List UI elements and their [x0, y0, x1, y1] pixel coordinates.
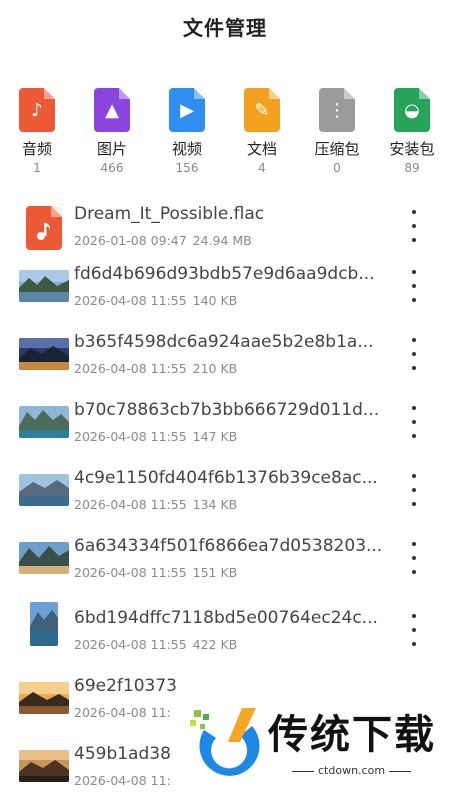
file-meta: 2026-04-08 11:55 134 KB — [74, 497, 237, 512]
file-meta: 2026-04-08 11:55 210 KB — [74, 361, 237, 376]
file-name: b365f4598dc6a924aae5b2e8b1a... — [74, 332, 374, 352]
category-video[interactable]: ▶ 视频 156 — [157, 88, 217, 175]
file-size: 24.94 MB — [192, 233, 252, 248]
file-row[interactable]: fd6d4b696d93bdb57e9d6aa9dcb... 2026-04-0… — [0, 256, 450, 316]
image-thumbnail — [19, 750, 69, 782]
more-options-icon[interactable] — [408, 338, 420, 370]
file-row[interactable]: b70c78863cb7b3bb666729d011d... 2026-04-0… — [0, 392, 450, 452]
category-apks[interactable]: ◒ 安装包 89 — [382, 88, 442, 175]
file-date: 2026-04-08 11:55 — [74, 497, 187, 512]
file-row[interactable]: Dream_It_Possible.flac 2026-01-08 09:47 2… — [0, 196, 450, 256]
file-size: 134 KB — [192, 497, 238, 512]
watermark-text: 传统下载 — [268, 712, 436, 758]
site-watermark: 传统下载 ctdown.com — [180, 700, 434, 790]
category-label: 音频 — [21, 140, 52, 158]
category-count: 4 — [258, 161, 266, 175]
category-label: 安装包 — [389, 140, 435, 158]
category-count: 1 — [33, 161, 41, 175]
file-meta: 2026-04-08 11: — [74, 705, 177, 720]
category-label: 压缩包 — [314, 140, 360, 158]
file-name: 4c9e1150fd404f6b1376b39ce8ac... — [74, 468, 378, 488]
file-date: 2026-04-08 11:55 — [74, 565, 187, 580]
category-count: 89 — [404, 161, 420, 175]
zip-archive-icon: ⋮ — [319, 88, 355, 132]
file-row[interactable]: b365f4598dc6a924aae5b2e8b1a... 2026-04-0… — [0, 324, 450, 384]
file-name: 69e2f10373 — [74, 676, 177, 696]
category-label: 文档 — [246, 140, 277, 158]
video-play-icon: ▶ — [169, 88, 205, 132]
document-pen-icon: ✎ — [244, 88, 280, 132]
category-bar: ♪ 音频 1 ▲ 图片 466 ▶ 视频 156 ✎ 文档 4 ⋮ 压缩包 0 … — [0, 88, 450, 184]
image-thumbnail — [19, 338, 69, 370]
category-images[interactable]: ▲ 图片 466 — [82, 88, 142, 175]
file-meta: 2026-04-08 11:55 140 KB — [74, 293, 237, 308]
file-name: Dream_It_Possible.flac — [74, 204, 265, 224]
category-archives[interactable]: ⋮ 压缩包 0 — [307, 88, 367, 175]
file-meta: 2026-04-08 11: — [74, 773, 177, 788]
file-size: 422 KB — [192, 637, 238, 652]
file-size: 210 KB — [192, 361, 238, 376]
file-date: 2026-04-08 11: — [74, 773, 171, 788]
more-options-icon[interactable] — [408, 614, 420, 646]
android-apk-icon: ◒ — [394, 88, 430, 132]
file-row[interactable]: 6a634334f501f6866ea7d0538203... 2026-04-… — [0, 528, 450, 588]
image-thumbnail — [30, 602, 58, 646]
music-note-icon: ♪ — [19, 88, 55, 132]
category-label: 视频 — [171, 140, 202, 158]
more-options-icon[interactable] — [408, 210, 420, 242]
image-icon: ▲ — [94, 88, 130, 132]
file-size: 151 KB — [192, 565, 238, 580]
file-date: 2026-04-08 11:55 — [74, 361, 187, 376]
image-thumbnail — [19, 542, 69, 574]
file-date: 2026-04-08 11:55 — [74, 429, 187, 444]
more-options-icon[interactable] — [408, 542, 420, 574]
category-count: 0 — [333, 161, 341, 175]
file-name: 6a634334f501f6866ea7d0538203... — [74, 536, 383, 556]
file-date: 2026-04-08 11:55 — [74, 637, 187, 652]
watermark-url: ctdown.com — [288, 764, 415, 777]
file-row[interactable]: 6bd194dffc7118bd5e00764ec24c... 2026-04-… — [0, 600, 450, 660]
file-date: 2026-01-08 09:47 — [74, 233, 187, 248]
watermark-logo-icon — [190, 708, 260, 782]
image-thumbnail — [19, 406, 69, 438]
file-size: 147 KB — [192, 429, 238, 444]
file-meta: 2026-04-08 11:55 147 KB — [74, 429, 237, 444]
music-file-icon — [26, 206, 62, 250]
image-thumbnail — [19, 682, 69, 714]
file-meta: 2026-04-08 11:55 151 KB — [74, 565, 237, 580]
file-name: b70c78863cb7b3bb666729d011d... — [74, 400, 380, 420]
category-label: 图片 — [96, 140, 127, 158]
file-name: 6bd194dffc7118bd5e00764ec24c... — [74, 608, 378, 628]
image-thumbnail — [19, 270, 69, 302]
page-title: 文件管理 — [183, 16, 267, 40]
category-audio[interactable]: ♪ 音频 1 — [7, 88, 67, 175]
more-options-icon[interactable] — [408, 406, 420, 438]
file-date: 2026-04-08 11:55 — [74, 293, 187, 308]
file-meta: 2026-04-08 11:55 422 KB — [74, 637, 237, 652]
file-date: 2026-04-08 11: — [74, 705, 171, 720]
category-documents[interactable]: ✎ 文档 4 — [232, 88, 292, 175]
file-row[interactable]: 4c9e1150fd404f6b1376b39ce8ac... 2026-04-… — [0, 460, 450, 520]
image-thumbnail — [19, 474, 69, 506]
more-options-icon[interactable] — [408, 270, 420, 302]
file-size: 140 KB — [192, 293, 238, 308]
more-options-icon[interactable] — [408, 474, 420, 506]
file-meta: 2026-01-08 09:47 24.94 MB — [74, 233, 252, 248]
category-count: 156 — [175, 161, 199, 175]
category-count: 466 — [100, 161, 124, 175]
file-name: fd6d4b696d93bdb57e9d6aa9dcb... — [74, 264, 375, 284]
